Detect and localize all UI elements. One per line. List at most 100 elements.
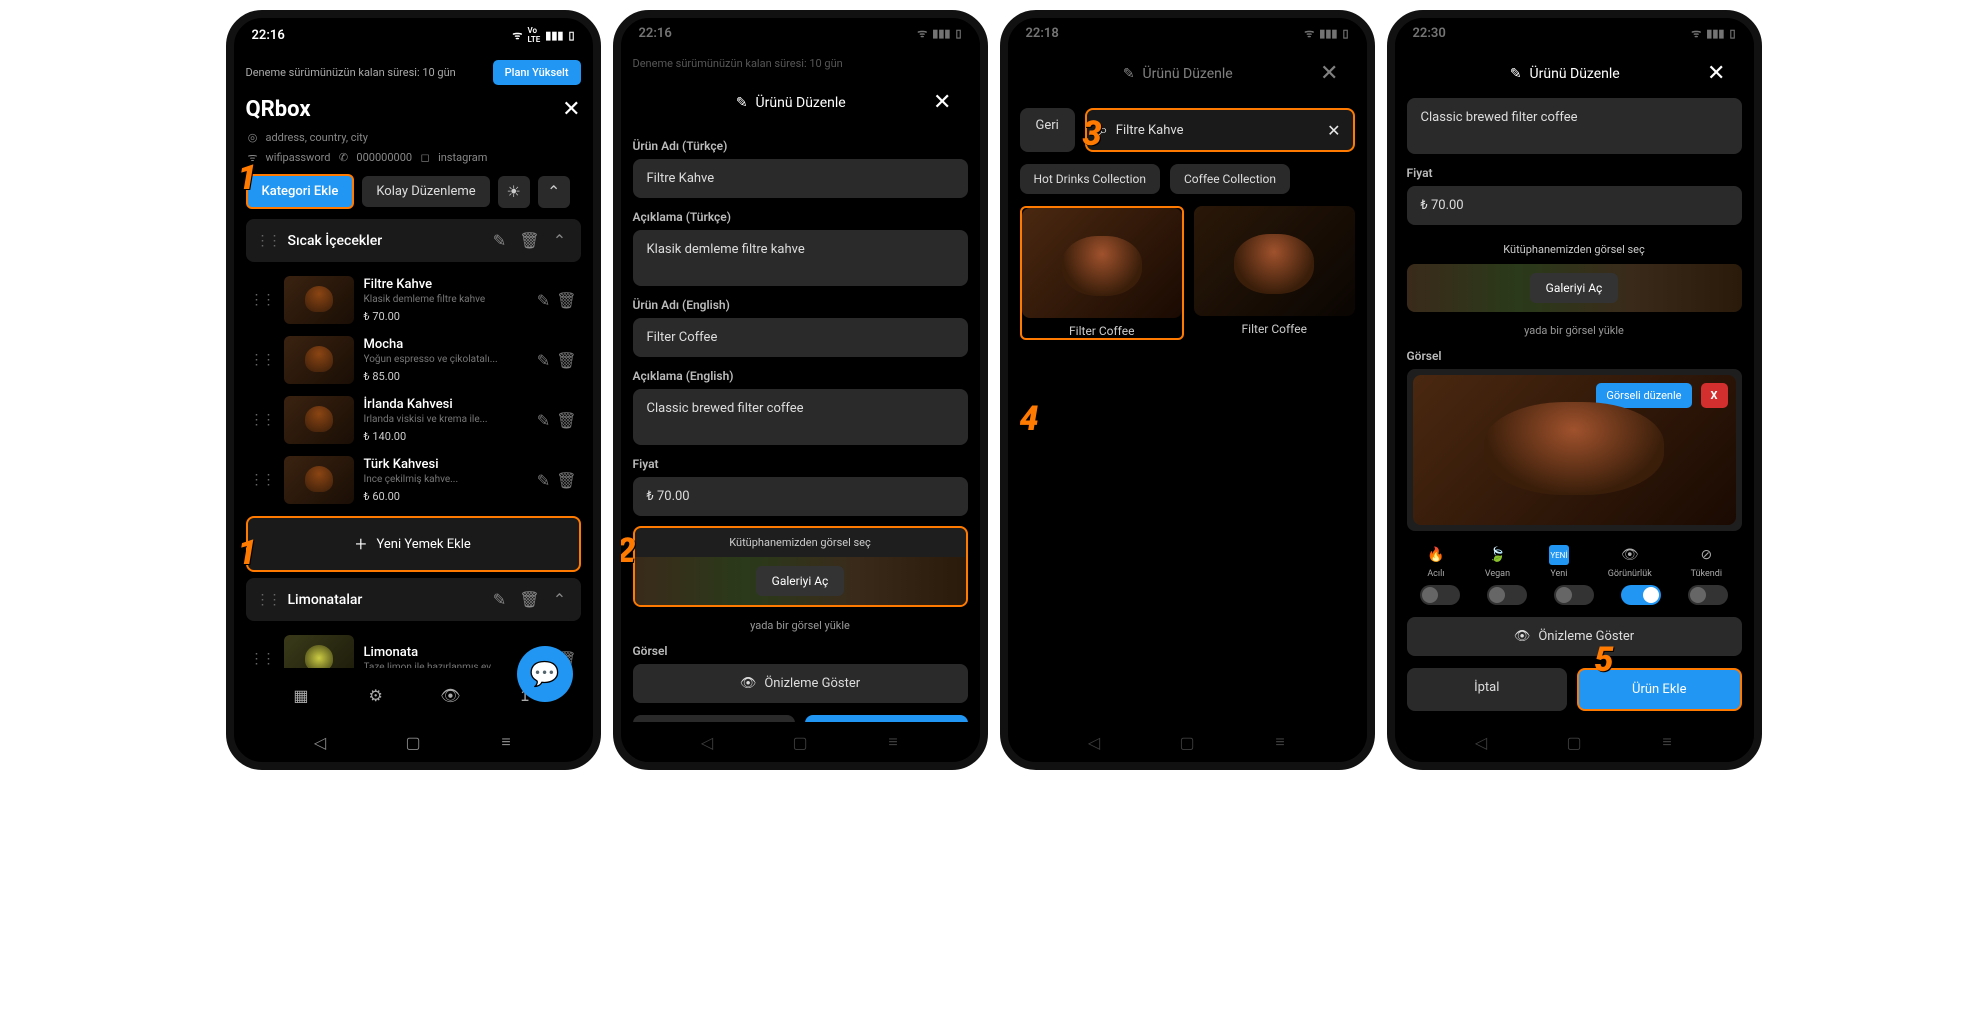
- theme-icon[interactable]: ☀: [498, 176, 530, 208]
- edit-icon[interactable]: ✎: [537, 351, 550, 370]
- input-name-en[interactable]: Filter Coffee: [633, 318, 968, 357]
- search-input[interactable]: [1116, 123, 1319, 138]
- upgrade-button[interactable]: Planı Yükselt: [493, 60, 581, 85]
- product-name: Mocha: [364, 337, 527, 352]
- clock: 22:16: [252, 28, 285, 43]
- step-1b-badge: 1: [238, 533, 257, 573]
- tags-row: 🔥Acılı 🍃Vegan YENİYeni 👁Görünürlük ⊘Tüke…: [1407, 545, 1742, 579]
- input-desc-en[interactable]: Classic brewed filter coffee: [1407, 98, 1742, 154]
- toggle-spicy[interactable]: [1420, 585, 1460, 605]
- gallery-box[interactable]: Galeriyi Aç: [1407, 264, 1742, 312]
- product-name: Türk Kahvesi: [364, 457, 527, 472]
- cancel-button[interactable]: İptal: [1407, 668, 1568, 711]
- input-price[interactable]: ₺ 70.00: [1407, 186, 1742, 225]
- preview-button[interactable]: 👁Önizleme Göster: [633, 664, 968, 703]
- product-row[interactable]: ⋮⋮ Mocha Yoğun espresso ve çikolatalı...…: [246, 330, 581, 390]
- image-result[interactable]: Filter Coffee: [1020, 206, 1185, 340]
- gallery-open-button[interactable]: Galeriyi Aç: [1530, 273, 1619, 303]
- volte-icon: VoLTE: [527, 26, 540, 44]
- delete-icon[interactable]: 🗑: [556, 411, 576, 430]
- step-4-badge: 4: [1020, 399, 1039, 439]
- delete-icon[interactable]: 🗑: [556, 471, 576, 490]
- delete-icon[interactable]: 🗑: [519, 590, 541, 609]
- category-header[interactable]: ⋮⋮ Sıcak İçecekler ✎ 🗑 ⌃: [246, 219, 581, 262]
- toggle-soldout[interactable]: [1688, 585, 1728, 605]
- result-thumb: [1194, 206, 1355, 316]
- toggle-new[interactable]: [1554, 585, 1594, 605]
- back-icon[interactable]: ◁: [310, 732, 330, 752]
- delete-icon[interactable]: 🗑: [556, 351, 576, 370]
- filter-chip[interactable]: Coffee Collection: [1170, 164, 1290, 194]
- product-desc: İnce çekilmiş kahve...: [364, 474, 514, 485]
- qr-icon[interactable]: ▦: [288, 682, 314, 708]
- edit-icon[interactable]: ✎: [489, 590, 511, 609]
- easy-edit-button[interactable]: Kolay Düzenleme: [362, 176, 489, 207]
- input-desc-en[interactable]: Classic brewed filter coffee: [633, 389, 968, 445]
- edit-icon[interactable]: ✎: [537, 291, 550, 310]
- edit-icon: ✎: [736, 95, 748, 111]
- edit-icon[interactable]: ✎: [537, 471, 550, 490]
- modal-title: ✎Ürünü Düzenle: [1510, 66, 1620, 82]
- add-food-button[interactable]: + Yeni Yemek Ekle: [246, 516, 581, 572]
- add-category-button[interactable]: Kategori Ekle: [246, 174, 355, 209]
- drag-handle-icon[interactable]: ⋮⋮: [250, 292, 274, 308]
- close-icon[interactable]: ✕: [933, 90, 951, 115]
- product-price: ₺ 140.00: [364, 430, 527, 443]
- drag-handle-icon[interactable]: ⋮⋮: [250, 352, 274, 368]
- edit-icon[interactable]: ✎: [489, 231, 511, 250]
- category-name: Limonatalar: [288, 592, 481, 608]
- chevron-up-icon[interactable]: ⌃: [549, 231, 571, 250]
- close-icon[interactable]: ✕: [1320, 61, 1338, 86]
- product-name: Limonata: [364, 645, 527, 660]
- product-price: ₺ 70.00: [364, 310, 527, 323]
- result-thumb: [1022, 208, 1183, 318]
- drag-handle-icon[interactable]: ⋮⋮: [256, 592, 280, 608]
- gallery-open-button[interactable]: Galeriyi Aç: [756, 566, 845, 596]
- category-header[interactable]: ⋮⋮ Limonatalar ✎ 🗑 ⌃: [246, 578, 581, 621]
- eye-icon[interactable]: 👁: [437, 682, 463, 708]
- search-input-wrap[interactable]: ⌕ ✕: [1085, 108, 1355, 152]
- chat-fab[interactable]: 💬: [517, 646, 573, 702]
- drag-handle-icon[interactable]: ⋮⋮: [250, 472, 274, 488]
- product-row[interactable]: ⋮⋮ İrlanda Kahvesi İrlanda viskisi ve kr…: [246, 390, 581, 450]
- input-name-tr[interactable]: Filtre Kahve: [633, 159, 968, 198]
- input-price[interactable]: ₺ 70.00: [633, 477, 968, 516]
- drag-handle-icon[interactable]: ⋮⋮: [256, 233, 280, 249]
- phone-icon: ✆: [336, 150, 350, 164]
- input-desc-tr[interactable]: Klasik demleme filtre kahve: [633, 230, 968, 286]
- submit-button[interactable]: Ürün Ekle: [805, 715, 968, 722]
- delete-icon[interactable]: 🗑: [556, 291, 576, 310]
- home-icon[interactable]: ▢: [403, 732, 423, 752]
- drag-handle-icon[interactable]: ⋮⋮: [250, 412, 274, 428]
- address-row: ◎ address, country, city: [246, 130, 581, 144]
- delete-image-button[interactable]: X: [1701, 383, 1728, 408]
- close-icon[interactable]: ✕: [562, 97, 580, 122]
- filter-chip[interactable]: Hot Drinks Collection: [1020, 164, 1161, 194]
- recents-icon[interactable]: ≡: [496, 732, 516, 752]
- toggle-visibility[interactable]: [1621, 585, 1661, 605]
- edit-icon[interactable]: ✎: [537, 411, 550, 430]
- gear-icon[interactable]: ⚙: [363, 682, 389, 708]
- address-text: address, country, city: [266, 131, 368, 144]
- chevron-up-icon[interactable]: ⌃: [549, 590, 571, 609]
- product-row[interactable]: ⋮⋮ Filtre Kahve Klasik demleme filtre ka…: [246, 270, 581, 330]
- label-desc-tr: Açıklama (Türkçe): [633, 210, 968, 224]
- edit-icon: ✎: [1123, 66, 1135, 82]
- vegan-icon: 🍃: [1487, 545, 1507, 565]
- toggle-vegan[interactable]: [1487, 585, 1527, 605]
- gallery-box[interactable]: Kütüphanemizden görsel seç Galeriyi Aç: [633, 526, 968, 607]
- delete-icon[interactable]: 🗑: [519, 231, 541, 250]
- clear-icon[interactable]: ✕: [1327, 121, 1340, 140]
- cancel-button[interactable]: İptal: [633, 715, 796, 722]
- edit-image-button[interactable]: Görseli düzenle: [1596, 383, 1691, 408]
- back-button[interactable]: Geri: [1020, 108, 1075, 152]
- close-icon[interactable]: ✕: [1707, 61, 1725, 86]
- product-row[interactable]: ⋮⋮ Türk Kahvesi İnce çekilmiş kahve... ₺…: [246, 450, 581, 510]
- collapse-icon[interactable]: ⌃: [538, 176, 570, 208]
- image-result[interactable]: Filter Coffee: [1194, 206, 1355, 340]
- product-name: İrlanda Kahvesi: [364, 397, 527, 412]
- drag-handle-icon[interactable]: ⋮⋮: [250, 651, 274, 667]
- wifi-icon: ᯤ: [512, 28, 522, 43]
- label-price: Fiyat: [1407, 166, 1742, 180]
- preview-button[interactable]: 👁Önizleme Göster: [1407, 617, 1742, 656]
